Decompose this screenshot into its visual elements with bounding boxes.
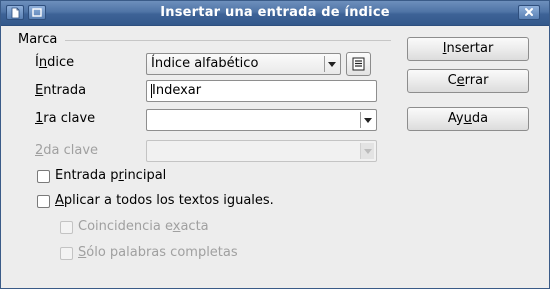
dialog-window: Insertar una entrada de índice Marca Índ… [0,0,550,289]
close-button[interactable]: Cerrar [407,69,529,93]
help-button[interactable]: Ayuda [407,107,529,131]
insert-button[interactable]: Insertar [407,37,529,61]
key2-label: 2da clave [35,143,99,158]
chevron-down-icon[interactable] [360,143,374,159]
key2-combobox[interactable] [146,140,377,162]
apply-all-checkbox[interactable] [37,195,50,208]
whole-words-label: Sólo palabras completas [78,245,238,260]
chevron-down-icon[interactable] [360,112,374,128]
index-list-icon [352,57,365,71]
new-index-button[interactable] [346,52,371,76]
index-select-value: Índice alfabético [151,56,259,71]
main-entry-label[interactable]: Entrada principal [55,168,166,183]
key1-label: 1ra clave [35,111,96,126]
exact-match-label: Coincidencia exacta [78,219,209,234]
apply-all-label[interactable]: Aplicar a todos los textos iguales. [55,193,274,208]
title-bar[interactable]: Insertar una entrada de índice [1,1,549,26]
group-divider [65,40,391,41]
window-title: Insertar una entrada de índice [160,5,390,20]
entry-field-value: Indexar [152,83,202,98]
whole-words-checkbox[interactable] [60,247,73,260]
main-entry-checkbox[interactable] [37,170,50,183]
entry-field[interactable]: Indexar [146,80,377,102]
index-label: Índice [35,55,75,70]
index-select[interactable]: Índice alfabético [146,53,341,75]
chevron-down-icon[interactable] [324,56,338,72]
key1-combobox[interactable] [146,109,377,131]
close-window-icon[interactable] [518,5,540,20]
exact-match-checkbox[interactable] [60,221,73,234]
entry-label: Entrada [35,83,87,98]
group-label: Marca [18,32,58,47]
